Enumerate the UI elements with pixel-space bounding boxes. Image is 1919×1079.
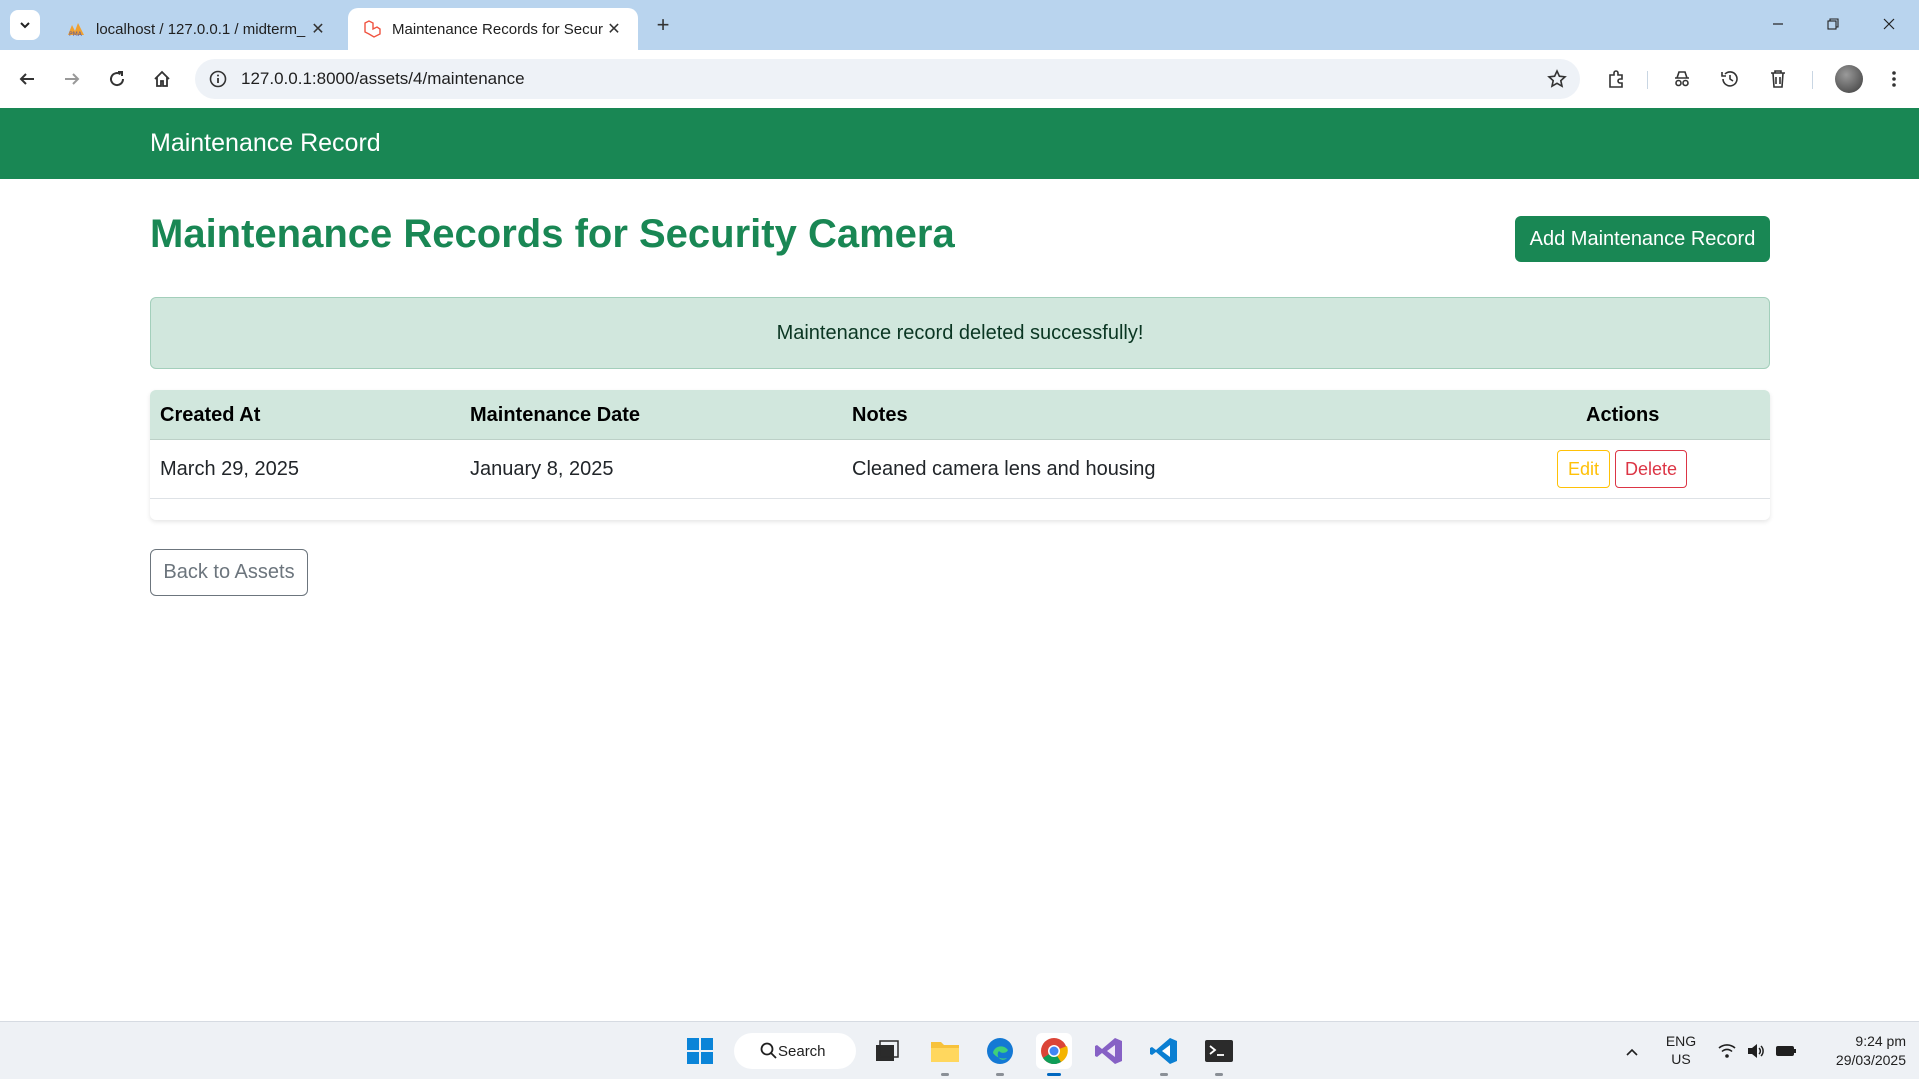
reload-icon bbox=[110, 71, 125, 87]
taskbar-search[interactable]: Search bbox=[734, 1033, 856, 1069]
page-title: Maintenance Records for Security Camera bbox=[150, 212, 955, 256]
volume-icon[interactable] bbox=[1745, 1040, 1767, 1062]
success-alert: Maintenance record deleted successfully! bbox=[150, 297, 1770, 369]
navbar-brand[interactable]: Maintenance Record bbox=[150, 129, 381, 158]
chrome-app[interactable] bbox=[1036, 1033, 1072, 1076]
restore-icon bbox=[1827, 18, 1839, 30]
home-button[interactable] bbox=[146, 63, 178, 95]
tab-title: localhost / 127.0.0.1 / midterm_ bbox=[96, 20, 306, 38]
tab-phpmyadmin[interactable]: PMA localhost / 127.0.0.1 / midterm_ ✕ bbox=[52, 8, 342, 50]
trash-icon[interactable] bbox=[1764, 65, 1792, 93]
extensions-icon[interactable] bbox=[1602, 65, 1630, 93]
svg-text:PMA: PMA bbox=[69, 31, 83, 37]
minimize-icon bbox=[1773, 23, 1783, 25]
file-explorer-app[interactable] bbox=[927, 1033, 963, 1076]
visual-studio-icon bbox=[1095, 1038, 1122, 1064]
start-button[interactable] bbox=[682, 1033, 718, 1069]
show-hidden-icons-button[interactable] bbox=[1620, 1040, 1644, 1064]
delete-button[interactable]: Delete bbox=[1615, 450, 1687, 488]
minimize-button[interactable] bbox=[1755, 8, 1801, 40]
column-header-created-at: Created At bbox=[160, 404, 261, 426]
profile-avatar[interactable] bbox=[1835, 65, 1863, 93]
alert-message: Maintenance record deleted successfully! bbox=[776, 321, 1144, 344]
browser-menu-icon[interactable] bbox=[1880, 65, 1908, 93]
maintenance-table: Created At Maintenance Date Notes Action… bbox=[150, 390, 1770, 520]
back-to-assets-button[interactable]: Back to Assets bbox=[150, 549, 308, 596]
chevron-up-icon bbox=[1626, 1048, 1638, 1056]
vscode-icon bbox=[1150, 1038, 1177, 1064]
history-icon[interactable] bbox=[1716, 65, 1744, 93]
new-tab-button[interactable]: + bbox=[650, 12, 676, 38]
cell-created-at: March 29, 2025 bbox=[160, 458, 299, 480]
tab-search-button[interactable] bbox=[10, 10, 40, 40]
bookmark-star-icon[interactable] bbox=[1546, 68, 1568, 90]
column-header-actions: Actions bbox=[1586, 404, 1660, 426]
close-icon[interactable]: ✕ bbox=[308, 19, 328, 39]
address-bar[interactable]: 127.0.0.1:8000/assets/4/maintenance bbox=[195, 59, 1580, 99]
arrow-left-icon bbox=[19, 73, 34, 85]
windows-taskbar: Search ENG US 9:24 pm 29/03/2025 bbox=[0, 1021, 1919, 1079]
browser-tabstrip: PMA localhost / 127.0.0.1 / midterm_ ✕ M… bbox=[0, 0, 1919, 50]
chrome-icon bbox=[1041, 1038, 1068, 1065]
column-header-notes: Notes bbox=[852, 404, 908, 426]
table-header: Created At Maintenance Date Notes Action… bbox=[150, 390, 1770, 440]
language-indicator[interactable]: ENG US bbox=[1664, 1032, 1698, 1068]
close-icon[interactable]: ✕ bbox=[604, 19, 624, 39]
windows-logo-icon bbox=[687, 1038, 713, 1064]
terminal-app[interactable] bbox=[1201, 1033, 1237, 1076]
cell-notes: Cleaned camera lens and housing bbox=[852, 458, 1156, 480]
folder-icon bbox=[931, 1042, 959, 1062]
url-text[interactable]: 127.0.0.1:8000/assets/4/maintenance bbox=[241, 69, 525, 89]
toolbar-divider bbox=[1647, 71, 1648, 89]
battery-icon[interactable] bbox=[1775, 1040, 1797, 1062]
edge-icon bbox=[987, 1038, 1013, 1064]
add-maintenance-record-button[interactable]: Add Maintenance Record bbox=[1515, 216, 1770, 262]
table-row: March 29, 2025 January 8, 2025 Cleaned c… bbox=[150, 440, 1770, 499]
site-info-icon[interactable] bbox=[207, 68, 229, 90]
task-view-icon bbox=[876, 1040, 899, 1061]
region-code: US bbox=[1671, 1051, 1691, 1067]
clock-time: 9:24 pm bbox=[1855, 1033, 1906, 1049]
terminal-icon bbox=[1205, 1040, 1233, 1062]
laravel-icon bbox=[362, 19, 382, 39]
chevron-down-icon bbox=[20, 22, 30, 29]
incognito-icon[interactable] bbox=[1668, 65, 1696, 93]
toolbar-divider bbox=[1812, 71, 1813, 89]
edge-app[interactable] bbox=[982, 1033, 1018, 1076]
reload-button[interactable] bbox=[101, 63, 133, 95]
language-code: ENG bbox=[1665, 1033, 1697, 1049]
vscode-app[interactable] bbox=[1146, 1033, 1182, 1076]
search-label: Search bbox=[778, 1042, 826, 1060]
browser-toolbar: 127.0.0.1:8000/assets/4/maintenance bbox=[0, 50, 1919, 108]
system-clock[interactable]: 9:24 pm 29/03/2025 bbox=[1806, 1032, 1906, 1070]
wifi-icon[interactable] bbox=[1716, 1040, 1738, 1062]
back-nav-button[interactable] bbox=[11, 63, 43, 95]
phpmyadmin-icon: PMA bbox=[66, 19, 86, 39]
cell-maintenance-date: January 8, 2025 bbox=[470, 458, 614, 480]
clock-date: 29/03/2025 bbox=[1835, 1052, 1906, 1068]
restore-button[interactable] bbox=[1810, 8, 1856, 40]
search-icon bbox=[760, 1042, 777, 1059]
site-navbar: Maintenance Record bbox=[0, 108, 1919, 179]
tab-maintenance-records[interactable]: Maintenance Records for Securi ✕ bbox=[348, 8, 638, 50]
edit-button[interactable]: Edit bbox=[1557, 450, 1610, 488]
column-header-maintenance-date: Maintenance Date bbox=[470, 404, 641, 426]
tab-title: Maintenance Records for Securi bbox=[392, 20, 604, 38]
task-view-app[interactable] bbox=[869, 1033, 905, 1069]
arrow-right-icon bbox=[65, 73, 80, 85]
home-icon bbox=[154, 70, 170, 87]
forward-nav-button[interactable] bbox=[56, 63, 88, 95]
close-icon bbox=[1883, 18, 1895, 30]
visual-studio-app[interactable] bbox=[1091, 1033, 1127, 1069]
close-window-button[interactable] bbox=[1866, 8, 1912, 40]
